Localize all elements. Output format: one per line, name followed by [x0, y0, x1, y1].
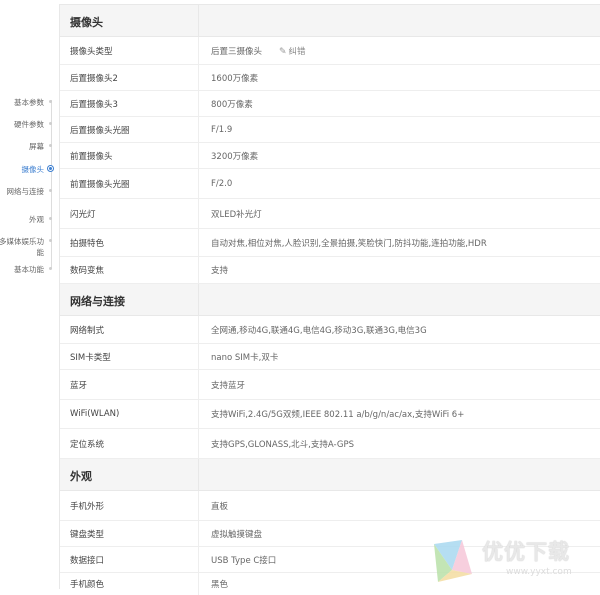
spec-label: 前置摄像头光圈: [70, 179, 130, 190]
watermark-text: 优优下载: [482, 540, 570, 564]
nav-dot-icon: [49, 217, 52, 220]
nav-item-multimedia[interactable]: 多媒体娱乐功能: [0, 236, 52, 258]
spec-label: WiFi(WLAN): [70, 409, 120, 419]
spec-label: 闪光灯: [70, 209, 96, 220]
nav-item-network[interactable]: 网络与连接: [0, 186, 52, 197]
spec-label: 网络制式: [70, 325, 105, 336]
nav-dot-icon: [49, 122, 52, 125]
nav-track-line: [51, 100, 52, 268]
spec-label: 蓝牙: [70, 380, 88, 391]
pencil-icon: ✎: [279, 46, 287, 57]
section-header-network: 网络与连接: [60, 284, 600, 316]
spec-label: 后置摄像头3: [70, 99, 118, 110]
radio-dot-icon: [47, 165, 54, 172]
spec-value: 支持蓝牙: [211, 380, 246, 391]
watermark-url: www.yyxt.com: [506, 567, 572, 577]
nav-dot-icon: [49, 144, 52, 147]
spec-anchor-nav: 基本参数 硬件参数 屏幕 摄像头 网络与连接 外观 多媒体娱乐功能 基本功能: [0, 92, 58, 282]
table-row: 后置摄像头3 800万像素: [60, 91, 600, 117]
section-title: 摄像头: [70, 16, 103, 29]
nav-item-basic-functions[interactable]: 基本功能: [0, 264, 52, 275]
spec-value: 后置三摄像头: [211, 46, 263, 57]
table-row: 网络制式 全网通,移动4G,联通4G,电信4G,移动3G,联通3G,电信3G: [60, 316, 600, 344]
section-title: 外观: [70, 470, 92, 483]
table-row: 手机外形 直板: [60, 491, 600, 521]
spec-value: 3200万像素: [211, 151, 259, 162]
nav-item-camera[interactable]: 摄像头: [0, 164, 54, 175]
spec-value: 支持: [211, 266, 229, 276]
table-row: 蓝牙 支持蓝牙: [60, 370, 600, 400]
logo-icon: [434, 540, 472, 582]
nav-item-basic[interactable]: 基本参数: [0, 97, 52, 108]
spec-value: F/2.0: [211, 178, 233, 189]
spec-value: F/1.9: [211, 124, 233, 135]
spec-value: 直板: [211, 501, 229, 512]
nav-dot-icon: [49, 100, 52, 103]
table-row: 数码变焦 支持: [60, 257, 600, 284]
nav-item-screen[interactable]: 屏幕: [0, 141, 52, 152]
spec-label: 手机外形: [70, 501, 105, 512]
spec-label: 后置摄像头2: [70, 73, 118, 84]
table-row: 闪光灯 双LED补光灯: [60, 199, 600, 229]
spec-value: 800万像素: [211, 99, 253, 110]
spec-label: 前置摄像头: [70, 151, 113, 162]
spec-value: 虚拟触摸键盘: [211, 529, 263, 540]
nav-item-appearance[interactable]: 外观: [0, 214, 52, 225]
spec-label: SIM卡类型: [70, 352, 111, 363]
spec-label: 后置摄像头光圈: [70, 125, 130, 136]
spec-value: 1600万像素: [211, 73, 259, 84]
spec-table: 摄像头 摄像头类型 后置三摄像头 ✎ 纠错 后置摄像头2 1600万像素 后置摄像…: [59, 4, 600, 595]
spec-label: 摄像头类型: [70, 46, 113, 57]
spec-value: 支持WiFi,2.4G/5G双频,IEEE 802.11 a/b/g/n/ac/…: [211, 410, 465, 420]
nav-dot-icon: [49, 239, 52, 242]
spec-value: nano SIM卡,双卡: [211, 352, 279, 363]
nav-dot-icon: [49, 189, 52, 192]
table-row: 前置摄像头光圈 F/2.0: [60, 169, 600, 199]
spec-value: 自动对焦,相位对焦,人脸识别,全景拍摄,笑脸快门,防抖功能,连拍功能,HDR: [211, 238, 487, 249]
spec-value: 黑色: [211, 580, 229, 590]
spec-value: 全网通,移动4G,联通4G,电信4G,移动3G,联通3G,电信3G: [211, 325, 427, 336]
spec-value: 支持GPS,GLONASS,北斗,支持A-GPS: [211, 439, 355, 450]
table-row: WiFi(WLAN) 支持WiFi,2.4G/5G双频,IEEE 802.11 …: [60, 400, 600, 429]
section-header-camera: 摄像头: [60, 5, 600, 37]
spec-label: 数码变焦: [70, 266, 105, 276]
table-row: 摄像头类型 后置三摄像头 ✎ 纠错: [60, 37, 600, 65]
spec-label: 定位系统: [70, 439, 105, 450]
spec-value: USB Type C接口: [211, 555, 277, 566]
spec-label: 数据接口: [70, 555, 105, 566]
table-row: SIM卡类型 nano SIM卡,双卡: [60, 344, 600, 370]
section-header-appearance: 外观: [60, 459, 600, 491]
spec-label: 手机颜色: [70, 580, 105, 590]
spec-label: 拍摄特色: [70, 238, 105, 249]
nav-dot-icon: [49, 267, 52, 270]
spec-label: 键盘类型: [70, 529, 105, 540]
nav-item-hardware[interactable]: 硬件参数: [0, 119, 52, 130]
spec-value: 双LED补光灯: [211, 209, 262, 220]
table-row: 后置摄像头2 1600万像素: [60, 65, 600, 91]
table-row: 前置摄像头 3200万像素: [60, 143, 600, 169]
table-row: 定位系统 支持GPS,GLONASS,北斗,支持A-GPS: [60, 429, 600, 459]
table-row: 后置摄像头光圈 F/1.9: [60, 117, 600, 143]
section-title: 网络与连接: [70, 295, 125, 308]
table-row: 拍摄特色 自动对焦,相位对焦,人脸识别,全景拍摄,笑脸快门,防抖功能,连拍功能,…: [60, 229, 600, 257]
watermark: 优优下载 www.yyxt.com: [424, 530, 600, 589]
correct-error-link[interactable]: ✎ 纠错: [279, 45, 306, 57]
